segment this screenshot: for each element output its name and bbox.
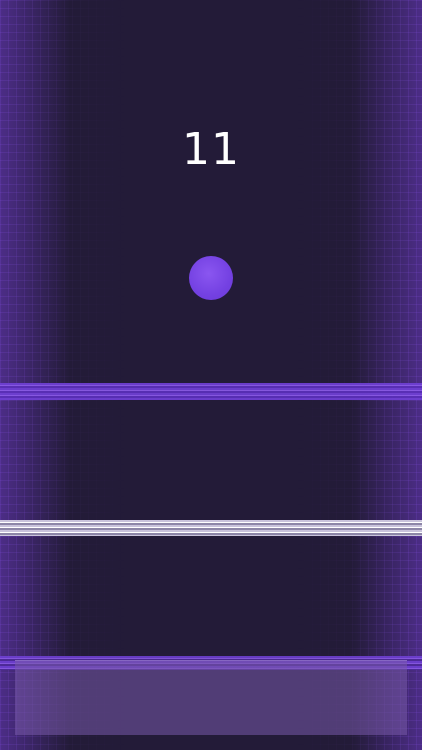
white-barrier [0, 520, 422, 536]
purple-barrier [0, 383, 422, 400]
floor-panel [15, 660, 407, 735]
left-side-glow [0, 0, 70, 750]
player-ball[interactable] [189, 256, 233, 300]
right-side-glow [352, 0, 422, 750]
score-counter: 11 [182, 124, 240, 175]
game-screen[interactable]: 11 [0, 0, 422, 750]
